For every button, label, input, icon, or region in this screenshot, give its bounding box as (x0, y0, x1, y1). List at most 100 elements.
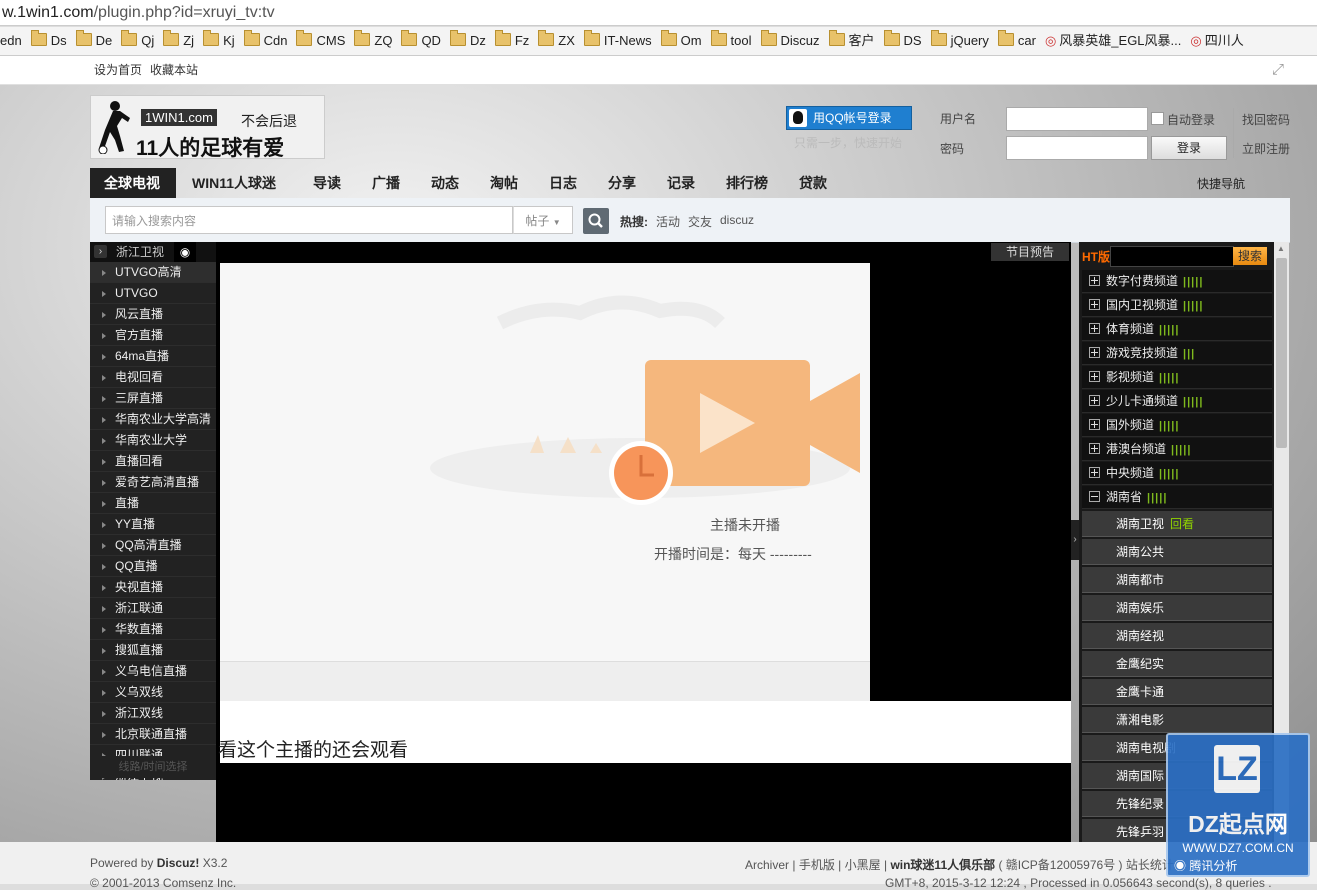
subchannel-item[interactable]: 湖南娱乐 (1082, 595, 1272, 621)
search-scope-select[interactable]: 帖子 ▼ (513, 206, 573, 234)
collapse-panel-handle[interactable]: › (1071, 520, 1079, 560)
register-link[interactable]: 立即注册 (1242, 140, 1290, 157)
auto-login-checkbox[interactable] (1151, 112, 1164, 125)
login-button[interactable]: 登录 (1151, 136, 1227, 160)
bookmark-item[interactable]: edn (0, 27, 22, 55)
channel-search-input[interactable] (1110, 246, 1234, 267)
subchannel-item[interactable]: 湖南公共 (1082, 539, 1272, 565)
username-input[interactable] (1006, 107, 1148, 131)
footer-site-name[interactable]: win球迷11人俱乐部 (890, 858, 995, 872)
password-input[interactable] (1006, 136, 1148, 160)
channel-group[interactable]: 游戏竞技频道 ||| (1082, 342, 1272, 365)
bookmark-item[interactable]: Qj (121, 27, 154, 55)
channel-group[interactable]: 体育频道 ||||| (1082, 318, 1272, 341)
powered-name[interactable]: Discuz! (157, 856, 200, 870)
mobile-link[interactable]: 手机版 (799, 858, 835, 872)
subchannel-item[interactable]: 金鹰卡通 (1082, 679, 1272, 705)
channel-source-item[interactable]: 华数直播 (90, 619, 216, 640)
subchannel-item[interactable]: 湖南经视 (1082, 623, 1272, 649)
bookmark-item[interactable]: IT-News (583, 27, 652, 55)
channel-source-item[interactable]: UTVGO (90, 283, 216, 304)
search-input[interactable]: 请输入搜索内容 (105, 206, 513, 234)
route-select-footer[interactable]: 线路/时间选择 (90, 756, 216, 778)
channel-source-item[interactable]: 直播 (90, 493, 216, 514)
bookmark-item[interactable]: Kj (203, 27, 235, 55)
channel-source-item[interactable]: 三屏直播 (90, 388, 216, 409)
channel-group[interactable]: 影视频道 ||||| (1082, 366, 1272, 389)
qq-login-button[interactable]: 用QQ帐号登录 (786, 106, 912, 130)
bookmark-item[interactable]: De (75, 27, 112, 55)
bookmark-item[interactable]: Fz (494, 27, 529, 55)
channel-source-item[interactable]: QQ高清直播 (90, 535, 216, 556)
channel-source-item[interactable]: YY直播 (90, 514, 216, 535)
hot-search-item[interactable]: 交友 (688, 213, 712, 230)
channel-source-item[interactable]: 义乌电信直播 (90, 661, 216, 682)
nav-item-guide[interactable]: 导读 (313, 173, 341, 193)
scrollbar-thumb[interactable] (1276, 258, 1287, 448)
bookmark-item[interactable]: QD (401, 27, 441, 55)
channel-source-item[interactable]: 华南农业大学高清 (90, 409, 216, 430)
channel-source-item[interactable]: UTVGO高清 (90, 262, 216, 283)
channel-source-item[interactable]: 浙江联通 (90, 598, 216, 619)
bookmark-item[interactable]: ZQ (354, 27, 392, 55)
bookmark-item[interactable]: Dz (449, 27, 486, 55)
channel-group[interactable]: 湖南省 ||||| (1082, 486, 1272, 509)
bookmark-item[interactable]: Om (660, 27, 702, 55)
program-guide-button[interactable]: 节目预告 (991, 243, 1069, 261)
bookmark-item[interactable]: DS (883, 27, 922, 55)
hot-search-item[interactable]: 活动 (656, 213, 680, 230)
bookmark-item[interactable]: Cdn (243, 27, 287, 55)
nav-item-global-tv[interactable]: 全球电视 (104, 173, 160, 193)
scroll-up-icon[interactable]: ▲ (1277, 244, 1285, 253)
channel-group[interactable]: 国内卫视频道 ||||| (1082, 294, 1272, 317)
replay-link[interactable]: 回看 (1170, 517, 1194, 531)
nav-item-loans[interactable]: 贷款 (799, 173, 827, 193)
channel-source-item[interactable]: 直播回看 (90, 451, 216, 472)
bookmark-item[interactable]: CMS (296, 27, 345, 55)
channel-source-item[interactable]: 华南农业大学 (90, 430, 216, 451)
nav-item-share[interactable]: 分享 (608, 173, 636, 193)
hot-search-item[interactable]: discuz (720, 213, 754, 227)
nav-item-blog[interactable]: 日志 (549, 173, 577, 193)
bookmark-item[interactable]: tool (710, 27, 752, 55)
channel-source-item[interactable]: 浙江双线 (90, 703, 216, 724)
channel-group[interactable]: 中央频道 ||||| (1082, 462, 1272, 485)
channel-source-item[interactable]: 北京联通直播 (90, 724, 216, 745)
bookmark-item[interactable]: Ds (30, 27, 67, 55)
forgot-password-link[interactable]: 找回密码 (1242, 111, 1290, 128)
eye-icon[interactable]: ◉ (174, 242, 196, 262)
url-bar[interactable]: w.1win1.com/plugin.php?id=xruyi_tv:tv (0, 0, 1317, 26)
quick-nav-link[interactable]: 快捷导航 (1197, 175, 1245, 192)
nav-item-records[interactable]: 记录 (667, 173, 695, 193)
channel-group[interactable]: 港澳台频道 ||||| (1082, 438, 1272, 461)
bookmark-item[interactable]: ◎ 风暴英雄_EGL风暴... (1045, 27, 1181, 55)
bookmark-item[interactable]: Discuz (760, 27, 820, 55)
set-home-link[interactable]: 设为首页 (94, 56, 142, 84)
channel-source-item[interactable]: 搜狐直播 (90, 640, 216, 661)
chevron-right-icon[interactable]: › (94, 245, 107, 258)
channel-source-item[interactable]: 央视直播 (90, 577, 216, 598)
bookmark-item[interactable]: ZX (538, 27, 575, 55)
bookmark-item[interactable]: 客户 (828, 27, 875, 55)
channel-source-item[interactable]: 爱奇艺高清直播 (90, 472, 216, 493)
channel-source-item[interactable]: 风云直播 (90, 304, 216, 325)
channel-group[interactable]: 国外频道 ||||| (1082, 414, 1272, 437)
nav-item-ranking[interactable]: 排行榜 (726, 173, 768, 193)
subchannel-item[interactable]: 金鹰纪实 (1082, 651, 1272, 677)
channel-source-item[interactable]: QQ直播 (90, 556, 216, 577)
bookmark-site-link[interactable]: 收藏本站 (150, 56, 198, 84)
channel-source-item[interactable]: 义乌双线 (90, 682, 216, 703)
bookmark-item[interactable]: Zj (163, 27, 194, 55)
channel-source-item[interactable]: 64ma直播 (90, 346, 216, 367)
nav-item-win11[interactable]: WIN11人球迷 (192, 173, 276, 193)
blackroom-link[interactable]: 小黑屋 (845, 858, 881, 872)
channel-group[interactable]: 数字付费频道 ||||| (1082, 270, 1272, 293)
site-logo[interactable]: 1WIN1.com 不会后退 11人的足球有爱 (90, 95, 325, 160)
nav-item-collections[interactable]: 淘帖 (490, 173, 518, 193)
archiver-link[interactable]: Archiver (745, 858, 789, 872)
subchannel-item[interactable]: 潇湘电影 (1082, 707, 1272, 733)
icp-number[interactable]: ( 赣ICP备12005976号 ) (998, 858, 1122, 872)
nav-item-broadcast[interactable]: 广播 (372, 173, 400, 193)
fullscreen-icon[interactable]: ⤢ (1272, 56, 1284, 84)
video-player[interactable]: 主播未开播 开播时间是：每天 --------- (220, 263, 870, 661)
